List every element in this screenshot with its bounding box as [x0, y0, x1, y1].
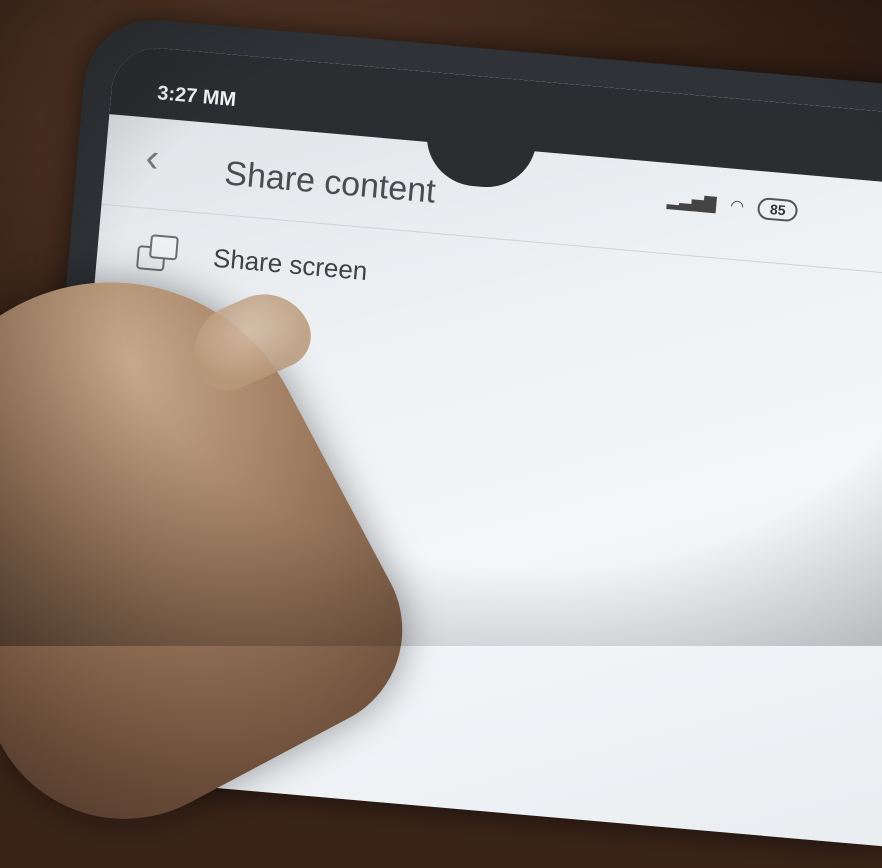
status-time: 3:27 MM	[156, 82, 237, 112]
menu-item-label: Share screen	[211, 242, 369, 286]
page-title: Share content	[222, 154, 438, 211]
chevron-left-icon[interactable]: ‹	[144, 135, 161, 181]
menu-item-share-screen[interactable]: Share screen	[135, 233, 369, 289]
share-screen-icon	[135, 233, 181, 273]
